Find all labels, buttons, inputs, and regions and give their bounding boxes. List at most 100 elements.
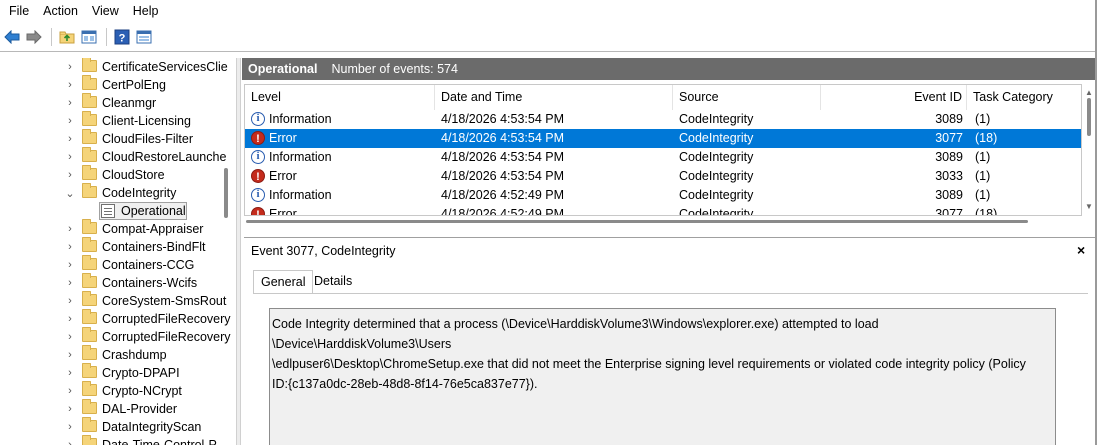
scroll-up-icon[interactable]: ▲ [1085,88,1093,97]
event-source: CodeIntegrity [679,131,754,145]
event-row[interactable]: ! Error 4/18/2026 4:52:49 PM CodeIntegrity 3… [245,205,1081,216]
tree-item[interactable]: › Containers-BindFlt [0,237,232,256]
chevron-right-icon[interactable]: › [64,115,76,127]
event-id: 3089 [935,112,963,126]
chevron-right-icon[interactable]: › [64,403,76,415]
event-source: CodeIntegrity [679,112,754,126]
tree-item-label: Date-Time-Control-P [102,438,217,445]
tree-item[interactable]: › CloudFiles-Filter [0,129,232,148]
event-description-box[interactable]: Code Integrity determined that a process… [269,308,1056,445]
tree-item[interactable]: › CloudStore [0,165,232,184]
chevron-right-icon[interactable]: › [64,331,76,343]
chevron-right-icon[interactable]: › [64,97,76,109]
event-description: Code Integrity determined that a process… [272,317,1026,391]
tree-item[interactable]: › Compat-Appraiser [0,219,232,238]
event-row[interactable]: i Information 4/18/2026 4:53:54 PM CodeInte… [245,110,1081,129]
events-horizontal-scrollbar[interactable] [246,220,1028,223]
tree-item-label: Crashdump [102,348,167,362]
event-row[interactable]: ! Error 4/18/2026 4:53:54 PM CodeIntegrity 3… [245,129,1081,148]
folder-up-icon[interactable] [57,27,77,47]
chevron-right-icon[interactable]: › [64,61,76,73]
event-task-category: (18) [975,131,998,145]
folder-icon [82,345,97,360]
tree-item[interactable]: › Date-Time-Control-P [0,435,232,445]
folder-icon [82,219,97,234]
chevron-right-icon[interactable]: › [64,421,76,433]
column-header-date-time[interactable]: Date and Time [435,85,673,110]
events-vertical-scrollbar[interactable]: ▲ ▼ [1083,84,1095,216]
toolbar-separator [106,27,107,46]
chevron-right-icon[interactable]: › [64,295,76,307]
chevron-down-icon[interactable]: ⌄ [64,187,76,200]
tree-item[interactable]: › CorruptedFileRecovery [0,309,232,328]
back-arrow-icon[interactable] [2,27,22,47]
information-icon: i [251,188,265,202]
column-header-task-category[interactable]: Task Category [967,85,1081,110]
menu-help[interactable]: Help [126,0,166,22]
chevron-right-icon[interactable]: › [64,223,76,235]
tree-item[interactable]: › CloudRestoreLaunche [0,147,232,166]
scrollbar-thumb[interactable] [1087,98,1091,136]
chevron-right-icon[interactable]: › [64,241,76,253]
tree-item[interactable]: › Containers-Wcifs [0,273,232,292]
chevron-right-icon[interactable]: › [64,385,76,397]
event-level: Information [269,150,332,164]
chevron-right-icon[interactable]: › [64,277,76,289]
chevron-right-icon[interactable]: › [64,169,76,181]
tree-item[interactable]: › Containers-CCG [0,255,232,274]
tab-general[interactable]: General [253,270,314,294]
tree-item[interactable]: › CorruptedFileRecovery [0,327,232,346]
tree-scrollbar-thumb[interactable] [224,168,228,218]
chevron-right-icon[interactable]: › [64,151,76,163]
tree-item-label: Client-Licensing [102,114,191,128]
column-header-event-id[interactable]: Event ID [821,85,967,110]
close-icon[interactable]: × [1077,242,1085,258]
tree-item[interactable]: › CoreSystem-SmsRout [0,291,232,310]
tree-item[interactable]: › Crypto-DPAPI [0,363,232,382]
chevron-right-icon[interactable]: › [64,367,76,379]
event-row[interactable]: i Information 4/18/2026 4:52:49 PM CodeInte… [245,186,1081,205]
chevron-right-icon[interactable]: › [64,79,76,91]
chevron-right-icon[interactable]: › [64,313,76,325]
folder-icon [82,237,97,252]
tree-item[interactable]: › Client-Licensing [0,111,232,130]
show-hide-tree-icon[interactable] [79,27,99,47]
tree-item-label: CloudRestoreLaunche [102,150,227,164]
error-icon: ! [251,169,265,183]
event-row[interactable]: i Information 4/18/2026 4:53:54 PM CodeInte… [245,148,1081,167]
tree-item[interactable]: › CertificateServicesClie [0,58,232,76]
event-source: CodeIntegrity [679,207,754,216]
help-icon[interactable]: ? [112,27,132,47]
tree-item[interactable]: › DAL-Provider [0,399,232,418]
tree-item[interactable]: › CertPolEng [0,75,232,94]
tree-item[interactable]: ⌄ CodeIntegrity [0,183,232,202]
event-id: 3033 [935,169,963,183]
tree-item-label: Operational [121,204,186,218]
scroll-down-icon[interactable]: ▼ [1085,202,1093,211]
tree-item[interactable]: › Crashdump [0,345,232,364]
tree-item-label: CorruptedFileRecovery [102,330,231,344]
tree-item[interactable]: › DataIntegrityScan [0,417,232,436]
menu-view[interactable]: View [85,0,126,22]
column-header-level[interactable]: Level [245,85,435,110]
event-source: CodeIntegrity [679,169,754,183]
tree-item[interactable]: › Crypto-NCrypt [0,381,232,400]
chevron-right-icon[interactable]: › [64,259,76,271]
folder-icon [82,435,97,445]
event-source: CodeIntegrity [679,188,754,202]
menu-file[interactable]: File [2,0,36,22]
event-row[interactable]: ! Error 4/18/2026 4:53:54 PM CodeIntegrity 3… [245,167,1081,186]
tree-item-log[interactable]: Operational [0,202,232,220]
chevron-right-icon[interactable]: › [64,133,76,145]
forward-arrow-icon[interactable] [24,27,44,47]
properties-icon[interactable] [134,27,154,47]
tab-details[interactable]: Details [308,270,358,294]
column-header-source[interactable]: Source [673,85,821,110]
chevron-right-icon[interactable]: › [64,439,76,445]
pane-splitter[interactable] [236,58,241,445]
menu-action[interactable]: Action [36,0,85,22]
folder-icon [82,309,97,324]
chevron-right-icon[interactable]: › [64,349,76,361]
tree-item[interactable]: › Cleanmgr [0,93,232,112]
folder-icon [82,111,97,126]
